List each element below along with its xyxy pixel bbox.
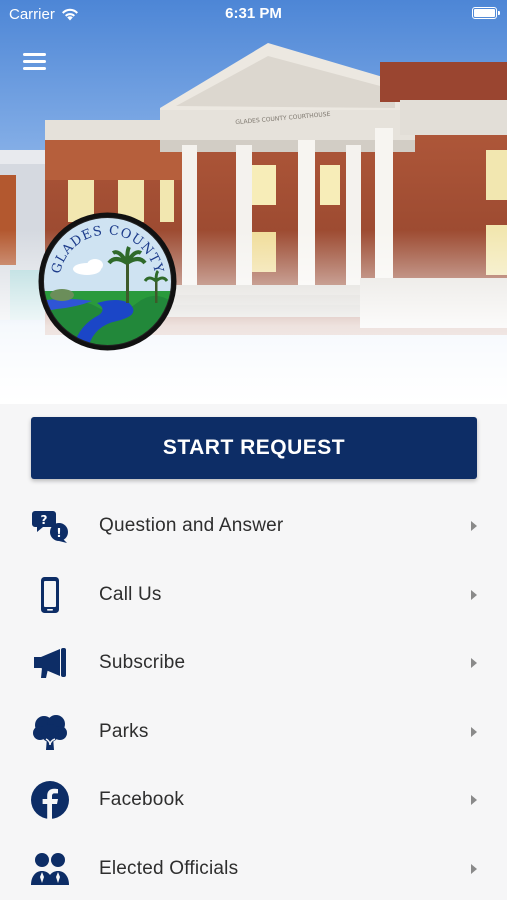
menu-item-label: Call Us (99, 583, 162, 605)
menu-item-facebook[interactable]: Facebook (0, 766, 507, 835)
svg-text:!: ! (56, 526, 61, 540)
start-request-label: START REQUEST (162, 436, 346, 459)
question-bubbles-icon: ? ! (28, 504, 72, 548)
menu-list: ? ! Question and Answer Call Us Subscrib… (0, 492, 507, 900)
menu-item-question-and-answer[interactable]: ? ! Question and Answer (0, 492, 507, 561)
county-seal-logo: GLADES COUNTY (38, 212, 177, 351)
svg-text:?: ? (41, 513, 48, 527)
status-time: 6:31 PM (225, 5, 282, 22)
menu-item-label: Question and Answer (99, 515, 284, 537)
menu-item-subscribe[interactable]: Subscribe (0, 629, 507, 698)
menu-item-label: Subscribe (99, 652, 186, 674)
menu-item-label: Elected Officials (99, 857, 239, 879)
facebook-icon (28, 778, 72, 822)
chevron-right-icon (471, 589, 477, 600)
hero-banner: GLADES COUNTY COURTHOUSE Carrier 6:31 PM (0, 0, 507, 404)
status-bar: Carrier 6:31 PM (0, 0, 507, 30)
hamburger-menu-button[interactable] (22, 50, 48, 72)
phone-icon (28, 573, 72, 617)
start-request-button[interactable]: START REQUEST (31, 417, 477, 479)
chevron-right-icon (471, 726, 477, 737)
battery-icon (472, 7, 500, 19)
menu-item-parks[interactable]: Parks (0, 698, 507, 767)
chevron-right-icon (471, 521, 477, 532)
chevron-right-icon (471, 658, 477, 669)
menu-item-elected-officials[interactable]: Elected Officials (0, 835, 507, 900)
officials-icon (28, 847, 72, 891)
menu-item-call-us[interactable]: Call Us (0, 561, 507, 630)
menu-item-label: Facebook (99, 789, 185, 811)
tree-icon (28, 710, 72, 754)
chevron-right-icon (471, 795, 477, 806)
menu-item-label: Parks (99, 720, 149, 742)
megaphone-icon (28, 641, 72, 685)
chevron-right-icon (471, 863, 477, 874)
